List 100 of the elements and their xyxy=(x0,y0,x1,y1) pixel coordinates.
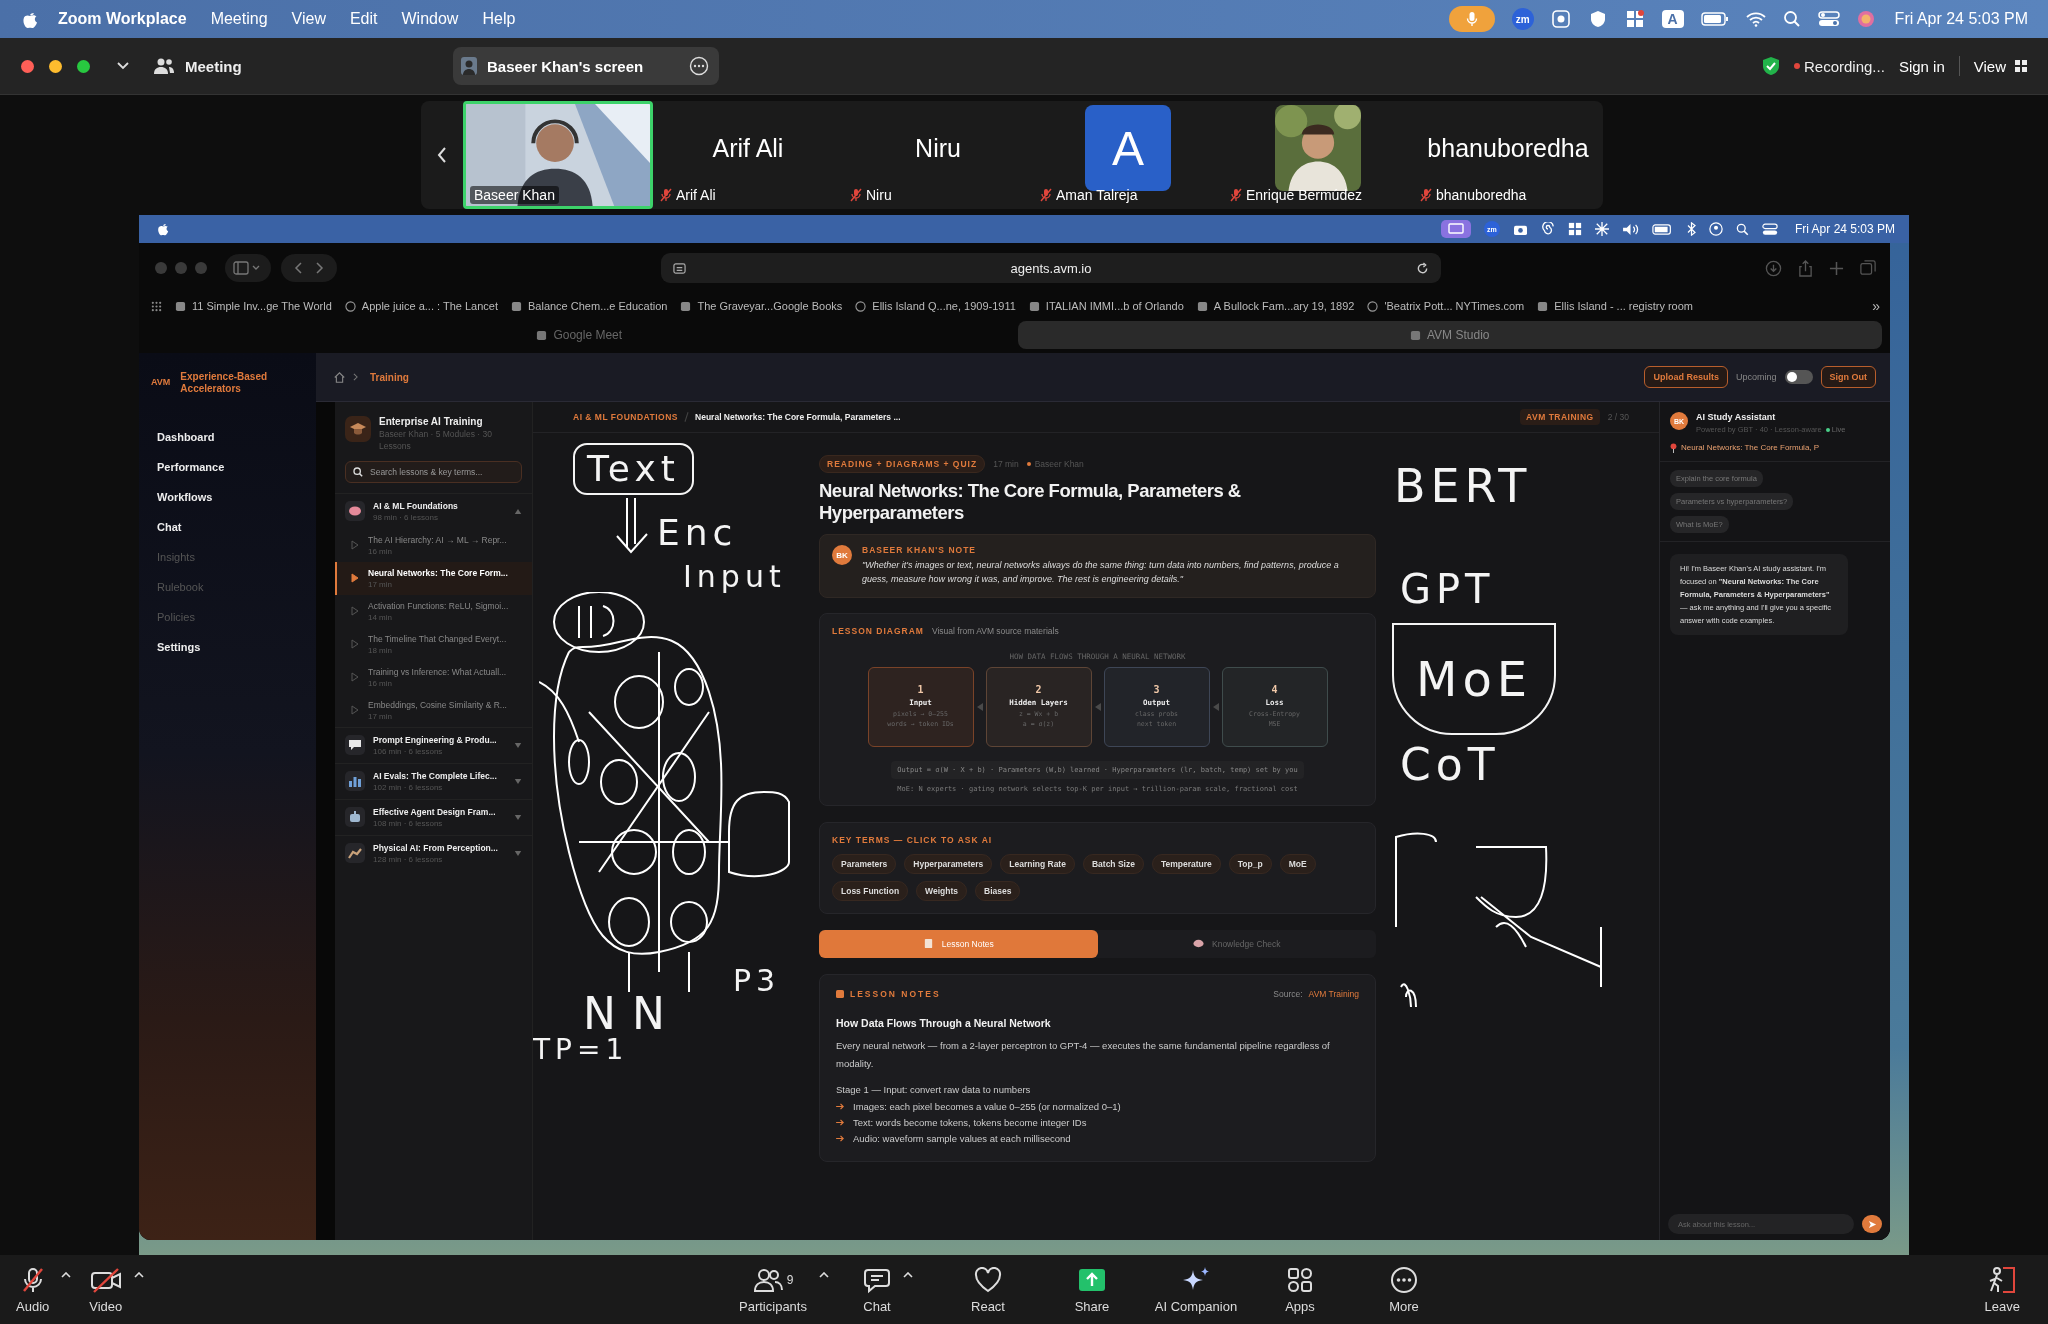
browser-tab[interactable]: Google Meet xyxy=(147,321,1012,349)
grid-icon[interactable] xyxy=(151,300,162,312)
key-term-chip[interactable]: Parameters xyxy=(832,853,897,874)
sign-out-button[interactable]: Sign Out xyxy=(1820,366,1876,388)
zoom-button[interactable] xyxy=(77,59,90,73)
menu-item[interactable]: Window xyxy=(401,10,459,28)
nav-item[interactable]: Settings xyxy=(157,641,316,653)
key-term-chip[interactable]: Hyperparameters xyxy=(904,853,993,874)
battery-icon[interactable] xyxy=(1700,12,1729,26)
bookmark[interactable]: Balance Chem...e Education xyxy=(511,300,668,312)
leave-button[interactable]: Leave xyxy=(1976,1261,2028,1318)
view-button[interactable]: View xyxy=(1973,57,2028,75)
logo[interactable]: AVM xyxy=(151,377,171,387)
zoom-badge[interactable]: zm xyxy=(1511,8,1534,30)
key-term-chip[interactable]: Weights xyxy=(916,880,967,901)
upload-results-button[interactable]: Upload Results xyxy=(1644,366,1728,388)
sidebar-toggle-button[interactable] xyxy=(225,254,271,282)
menu-item[interactable]: Help xyxy=(482,10,516,28)
sparkle-icon xyxy=(1594,222,1609,236)
toolbar-button[interactable]: AI Companion xyxy=(1146,1261,1246,1318)
bookmark[interactable]: Ellis Island - ... registry room xyxy=(1537,300,1694,312)
bookmark[interactable]: 11 Simple Inv...ge The World xyxy=(175,300,332,312)
key-term-chip[interactable]: Learning Rate xyxy=(1000,853,1075,874)
nav-item[interactable]: Chat xyxy=(157,521,316,533)
minimize-button[interactable] xyxy=(49,59,62,73)
bookmark-icon xyxy=(1537,300,1549,312)
control-center-icon[interactable] xyxy=(1817,10,1840,28)
app-menu[interactable]: Zoom Workplace xyxy=(58,10,187,28)
chevron-down-icon[interactable] xyxy=(117,62,129,70)
sign-in-link[interactable]: Sign in xyxy=(1898,57,1945,75)
key-term-chip[interactable]: Biases xyxy=(975,880,1021,901)
search-icon[interactable] xyxy=(1782,10,1801,28)
home-icon[interactable] xyxy=(334,371,345,383)
nav-item[interactable]: Dashboard xyxy=(157,431,316,443)
section-link[interactable]: AI & ML FOUNDATIONS xyxy=(573,412,679,422)
bookmark[interactable]: The Graveyar...Google Books xyxy=(680,300,843,312)
caret-icon[interactable] xyxy=(903,1271,913,1278)
more-options-icon[interactable] xyxy=(689,56,709,76)
colorful-circle-icon[interactable] xyxy=(1856,10,1875,28)
key-term-chip[interactable]: Batch Size xyxy=(1082,853,1144,874)
participant-tile[interactable]: Arif Ali Arif Ali xyxy=(653,101,843,209)
nav-item[interactable]: Performance xyxy=(157,461,316,473)
toolbar-button[interactable]: Video xyxy=(81,1261,131,1318)
toolbar-button[interactable]: Share xyxy=(1066,1261,1118,1318)
participant-tile[interactable]: A Aman Talreja xyxy=(1033,101,1223,209)
download-icon[interactable] xyxy=(1765,259,1782,277)
back-forward-buttons[interactable] xyxy=(281,254,337,282)
toolbar-button[interactable]: Apps xyxy=(1277,1261,1323,1318)
grid-icon[interactable] xyxy=(1624,9,1645,29)
more-bookmarks-button[interactable]: » xyxy=(1872,298,1880,314)
participant-tile[interactable]: Enrique Bermúdez xyxy=(1223,101,1413,209)
bookmark[interactable]: A Bullock Fam...ary 19, 1892 xyxy=(1196,300,1355,312)
wifi-icon[interactable] xyxy=(1745,11,1766,27)
play-icon xyxy=(351,540,359,551)
tabs-overview-icon[interactable] xyxy=(1860,260,1876,276)
bookmark[interactable]: Ellis Island Q...ne, 1909-1911 xyxy=(855,300,1016,312)
people-icon[interactable] xyxy=(153,57,175,75)
toolbar-button[interactable]: More xyxy=(1381,1261,1427,1318)
caret-icon[interactable] xyxy=(61,1271,72,1278)
microphone-icon[interactable] xyxy=(1448,6,1495,32)
reload-icon[interactable] xyxy=(1416,261,1429,275)
monitor-icon xyxy=(1440,220,1471,238)
participant-tile[interactable]: bhanuboredha bhanuboredha xyxy=(1413,101,1603,209)
key-term-chip[interactable]: Temperature xyxy=(1151,853,1221,874)
menu-item[interactable]: Meeting xyxy=(210,10,268,28)
clock[interactable]: Fri Apr 24 5:03 PM xyxy=(1894,10,2028,28)
bookmark[interactable]: 'Beatrix Pott... NYTimes.com xyxy=(1367,300,1525,312)
arrow-icon xyxy=(1212,702,1219,711)
close-button[interactable] xyxy=(21,59,34,73)
chevron-left-icon[interactable] xyxy=(437,147,447,163)
source-link[interactable]: AVM Training xyxy=(1308,988,1359,999)
menu-item[interactable]: Edit xyxy=(349,10,378,28)
nav-item[interactable]: Workflows xyxy=(157,491,316,503)
toolbar-button[interactable]: React xyxy=(963,1261,1013,1318)
address-bar[interactable]: agents.avm.io xyxy=(661,253,1441,283)
send-button[interactable] xyxy=(1862,1215,1882,1233)
toolbar-button[interactable]: 9 Participants xyxy=(731,1261,815,1318)
participant-tile[interactable]: Niru Niru xyxy=(843,101,1033,209)
bookmark[interactable]: ITALIAN IMMI...b of Orlando xyxy=(1028,300,1184,312)
screen-share-label[interactable]: Baseer Khan's screen xyxy=(453,47,719,85)
toolbar-button[interactable]: Chat xyxy=(855,1261,899,1318)
key-term-chip[interactable]: Loss Function xyxy=(832,880,909,901)
caret-icon[interactable] xyxy=(818,1271,829,1278)
new-tab-icon[interactable] xyxy=(1829,260,1844,276)
breadcrumb-link[interactable]: Training xyxy=(370,371,409,383)
lesson-search-field[interactable]: Search lessons & key terms... xyxy=(345,460,522,483)
participant-tile[interactable]: Baseer Khan xyxy=(463,101,653,209)
play-icon xyxy=(351,606,359,617)
shield-check-icon[interactable] xyxy=(1762,56,1780,76)
input-source-icon[interactable]: A xyxy=(1661,10,1684,28)
recording-indicator[interactable]: Recording... xyxy=(1794,57,1885,75)
key-term-chip[interactable]: Top_p xyxy=(1228,853,1272,874)
key-term-chip[interactable]: MoE xyxy=(1279,853,1316,874)
bookmark[interactable]: Apple juice a... : The Lancet xyxy=(344,300,498,312)
browser-tab[interactable]: AVM Studio xyxy=(1017,321,1882,349)
menu-item[interactable]: View xyxy=(291,10,326,28)
toolbar-button[interactable]: Audio xyxy=(8,1261,58,1318)
share-icon[interactable] xyxy=(1798,259,1813,277)
upcoming-toggle[interactable] xyxy=(1784,370,1813,384)
caret-icon[interactable] xyxy=(134,1271,145,1278)
